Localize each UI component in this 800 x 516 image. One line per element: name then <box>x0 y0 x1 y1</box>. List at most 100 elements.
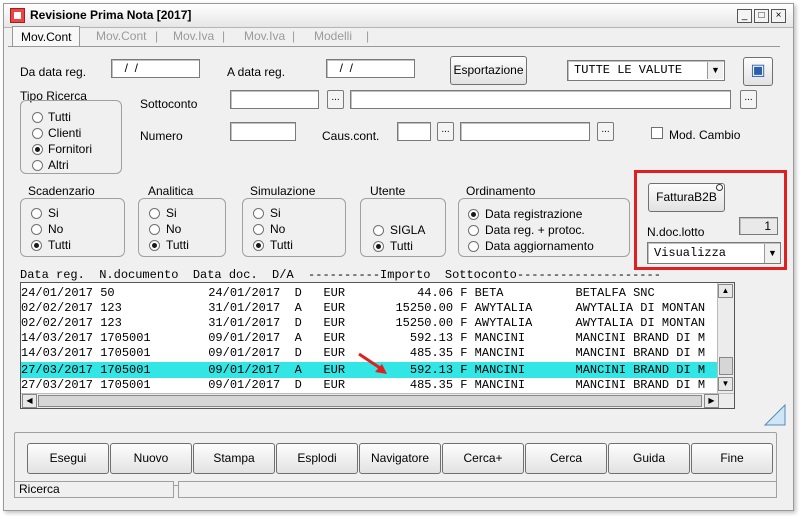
sottoconto-desc-lookup-button[interactable]: ... <box>740 90 757 109</box>
da-data-input[interactable]: / / <box>111 59 200 78</box>
caus-cont-lookup-button[interactable]: ... <box>437 122 454 141</box>
option-label: Data reg. + protoc. <box>485 223 585 237</box>
option-label: Tutti <box>48 110 71 124</box>
option-label: No <box>270 222 286 236</box>
ordinamento-radio-data-aggiornamento[interactable] <box>468 241 479 252</box>
tab-separator: | <box>292 29 296 43</box>
close-button[interactable]: × <box>771 9 786 23</box>
sottoconto-label: Sottoconto <box>140 97 198 111</box>
scadenzario-radio-si[interactable] <box>31 208 42 219</box>
option-label: Altri <box>48 158 69 172</box>
option-label: Fornitori <box>48 142 93 156</box>
option-label: No <box>166 222 182 236</box>
fine-button[interactable]: Fine <box>691 443 773 474</box>
simulazione-radio-si[interactable] <box>253 208 264 219</box>
a-data-input[interactable]: / / <box>326 59 415 78</box>
analitica-radio-no[interactable] <box>149 224 160 235</box>
tab-mov-cont-2[interactable]: Mov.Cont <box>96 27 146 45</box>
radio-altri[interactable] <box>32 160 43 171</box>
window-title: Revisione Prima Nota [2017] <box>30 8 192 22</box>
movements-grid[interactable]: 24/01/2017 50 24/01/2017 D EUR 44.06 F B… <box>20 282 735 409</box>
option-label: No <box>48 222 64 236</box>
da-data-label: Da data reg. <box>20 65 87 79</box>
vertical-scrollbar[interactable]: ▲ ▼ <box>717 283 734 393</box>
option-label: Si <box>270 206 281 220</box>
simulazione-label: Simulazione <box>250 184 316 198</box>
mod-cambio-checkbox[interactable] <box>651 127 663 139</box>
app-icon <box>10 8 25 23</box>
analitica-label: Analitica <box>148 184 194 198</box>
mod-cambio-label: Mod. Cambio <box>669 128 741 142</box>
simulazione-radio-no[interactable] <box>253 224 264 235</box>
a-data-label: A data reg. <box>227 65 286 79</box>
tab-mov-cont[interactable]: Mov.Cont <box>12 26 81 47</box>
simulazione-radio-tutti[interactable] <box>253 240 264 251</box>
numero-label: Numero <box>140 129 183 143</box>
option-label: Tutti <box>270 238 293 252</box>
analitica-radio-si[interactable] <box>149 208 160 219</box>
guida-button[interactable]: Guida <box>608 443 690 474</box>
tab-modelli[interactable]: Modelli <box>314 27 352 45</box>
esegui-button[interactable]: Esegui <box>27 443 109 474</box>
table-row[interactable]: 24/01/2017 50 24/01/2017 D EUR 44.06 F B… <box>21 285 717 301</box>
title-bar[interactable]: Revisione Prima Nota [2017] _ □ × <box>4 4 793 28</box>
scroll-up-icon[interactable]: ▲ <box>718 284 733 298</box>
scroll-right-icon[interactable]: ▶ <box>704 394 719 408</box>
nuovo-button[interactable]: Nuovo <box>110 443 192 474</box>
minimize-button[interactable]: _ <box>737 9 752 23</box>
esportazione-button[interactable]: Esportazione <box>450 56 527 85</box>
folder-export-icon[interactable]: ▣ <box>743 57 773 86</box>
caus-cont-code-input[interactable] <box>397 122 431 141</box>
corner-fold-icon <box>763 403 786 426</box>
ordinamento-radio-data-reg-protoc[interactable] <box>468 225 479 236</box>
highlight-box <box>634 170 787 270</box>
tab-divider <box>8 46 780 47</box>
scroll-down-icon[interactable]: ▼ <box>718 377 733 391</box>
valute-select[interactable]: TUTTE LE VALUTE <box>567 60 725 81</box>
esplodi-button[interactable]: Esplodi <box>276 443 358 474</box>
chevron-down-icon[interactable]: ▼ <box>707 62 723 79</box>
scroll-left-icon[interactable]: ◀ <box>22 394 37 408</box>
scadenzario-label: Scadenzario <box>28 184 95 198</box>
horizontal-scrollbar[interactable]: ◀ ▶ <box>21 393 734 408</box>
radio-tutti[interactable] <box>32 112 43 123</box>
radio-fornitori[interactable] <box>32 144 43 155</box>
tab-mov-iva-2[interactable]: Mov.Iva <box>244 27 285 45</box>
sottoconto-code-input[interactable] <box>230 90 319 109</box>
option-label: Si <box>48 206 59 220</box>
utente-radio-tutti[interactable] <box>373 241 384 252</box>
maximize-button[interactable]: □ <box>754 9 769 23</box>
caus-cont-desc-lookup-button[interactable]: ... <box>597 122 614 141</box>
cerca-plus-button[interactable]: Cerca+ <box>442 443 524 474</box>
caus-cont-desc-input[interactable] <box>460 122 590 141</box>
scadenzario-radio-no[interactable] <box>31 224 42 235</box>
scadenzario-radio-tutti[interactable] <box>31 240 42 251</box>
sottoconto-desc-input[interactable] <box>350 90 731 109</box>
navigatore-button[interactable]: Navigatore <box>359 443 441 474</box>
utente-radio-sigla[interactable] <box>373 225 384 236</box>
numero-input[interactable] <box>230 122 296 141</box>
tab-separator: | <box>222 29 226 43</box>
radio-clienti[interactable] <box>32 128 43 139</box>
ordinamento-label: Ordinamento <box>466 184 536 198</box>
grid-header: Data reg. N.documento Data doc. D/A ----… <box>20 268 661 282</box>
tab-mov-iva[interactable]: Mov.Iva <box>173 27 214 45</box>
option-label: SIGLA <box>390 223 426 237</box>
scroll-thumb[interactable] <box>38 395 702 407</box>
status-right <box>178 481 777 498</box>
option-label: Tutti <box>166 238 189 252</box>
caus-cont-label: Caus.cont. <box>322 129 380 143</box>
option-label: Data aggiornamento <box>485 239 594 253</box>
sottoconto-lookup-button[interactable]: ... <box>327 90 344 109</box>
scroll-thumb[interactable] <box>719 357 733 375</box>
ordinamento-radio-data-registrazione[interactable] <box>468 209 479 220</box>
option-label: Clienti <box>48 126 82 140</box>
stampa-button[interactable]: Stampa <box>193 443 275 474</box>
utente-label: Utente <box>370 184 406 198</box>
table-row[interactable]: 14/03/2017 1705001 09/01/2017 A EUR 592.… <box>21 330 717 346</box>
tab-separator: | <box>155 29 159 43</box>
analitica-radio-tutti[interactable] <box>149 240 160 251</box>
table-row[interactable]: 02/02/2017 123 31/01/2017 D EUR 15250.00… <box>21 315 717 331</box>
table-row[interactable]: 02/02/2017 123 31/01/2017 A EUR 15250.00… <box>21 300 717 316</box>
cerca-button[interactable]: Cerca <box>525 443 607 474</box>
